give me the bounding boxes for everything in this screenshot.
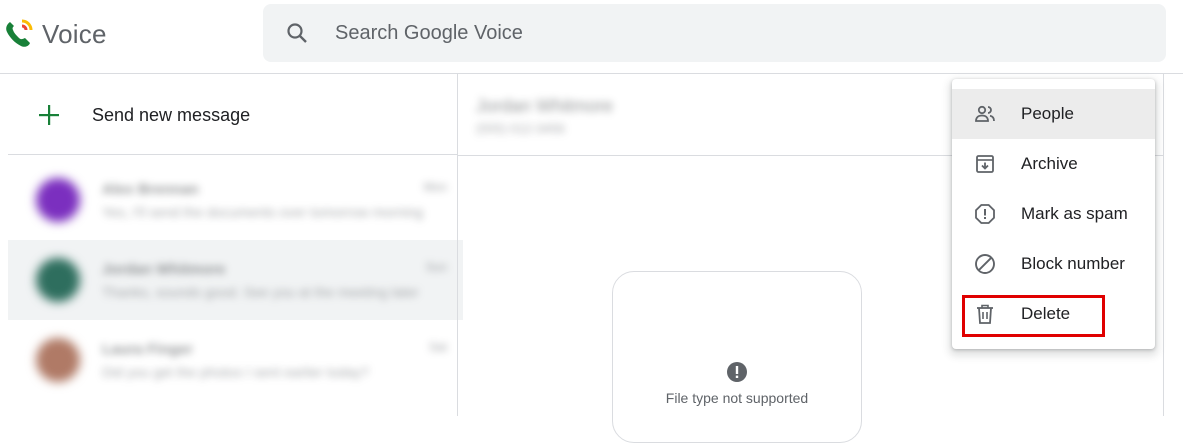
contact-number: (555) 012-3456 <box>476 121 565 136</box>
app-title: Voice <box>42 18 107 49</box>
app-logo[interactable]: Voice <box>2 18 107 50</box>
pane-divider <box>457 74 458 416</box>
conversation-name: Jordan Whitmore <box>102 260 226 278</box>
menu-item-label: Mark as spam <box>1021 204 1128 223</box>
conversation-time: Sun <box>425 260 447 274</box>
avatar <box>36 258 80 302</box>
menu-item-people[interactable]: People <box>952 89 1155 139</box>
sidebar-divider <box>8 154 457 155</box>
send-new-message-button[interactable]: Send new message <box>30 96 250 134</box>
search-bar[interactable] <box>263 4 1166 62</box>
plus-icon <box>30 96 68 134</box>
voice-logo-icon <box>6 19 33 47</box>
conversation-item[interactable]: Jordan Whitmore Thanks, sounds good. See… <box>8 240 463 320</box>
conversation-snippet: Yes, I'll send the documents over tomorr… <box>102 203 424 220</box>
people-icon <box>973 102 997 126</box>
search-icon[interactable] <box>285 21 309 45</box>
menu-item-block-number[interactable]: Block number <box>952 239 1155 289</box>
header-divider <box>0 73 1183 74</box>
conversation-name: Laura Finger <box>102 340 193 358</box>
block-icon <box>973 252 997 276</box>
conversation-snippet: Thanks, sounds good. See you at the meet… <box>102 283 419 300</box>
menu-item-label: Delete <box>1021 304 1071 323</box>
menu-item-label: People <box>1021 104 1074 123</box>
menu-item-archive[interactable]: Archive <box>952 139 1155 189</box>
menu-item-delete[interactable]: Delete <box>952 289 1155 339</box>
conversation-menu: People Archive Mark as spam Block number… <box>952 79 1155 349</box>
conversation-list: Alex Brennan Yes, I'll send the document… <box>8 160 463 400</box>
menu-item-label: Block number <box>1021 254 1125 273</box>
search-input[interactable] <box>333 20 1097 46</box>
conversation-name: Alex Brennan <box>102 180 199 198</box>
alert-icon <box>727 362 747 382</box>
unsupported-file-message: File type not supported <box>665 390 809 406</box>
spam-icon <box>973 202 997 226</box>
avatar <box>36 338 80 382</box>
conversation-time: Mon <box>423 180 447 194</box>
send-new-message-label: Send new message <box>92 104 251 125</box>
attachment-card[interactable]: File type not supported <box>612 271 862 443</box>
conversation-snippet: Did you get the photos I sent earlier to… <box>102 363 369 380</box>
contact-header[interactable]: Jordan Whitmore (555) 012-3456 <box>476 96 613 136</box>
conversation-time: Sat <box>428 340 447 354</box>
trash-icon <box>973 302 997 326</box>
menu-item-label: Archive <box>1021 154 1078 173</box>
conversation-item[interactable]: Alex Brennan Yes, I'll send the document… <box>8 160 463 240</box>
conversation-item[interactable]: Laura Finger Did you get the photos I se… <box>8 320 463 400</box>
archive-icon <box>973 152 997 176</box>
scrollbar[interactable] <box>1163 74 1183 416</box>
menu-item-mark-as-spam[interactable]: Mark as spam <box>952 189 1155 239</box>
avatar <box>36 178 80 222</box>
contact-name: Jordan Whitmore <box>476 96 614 116</box>
